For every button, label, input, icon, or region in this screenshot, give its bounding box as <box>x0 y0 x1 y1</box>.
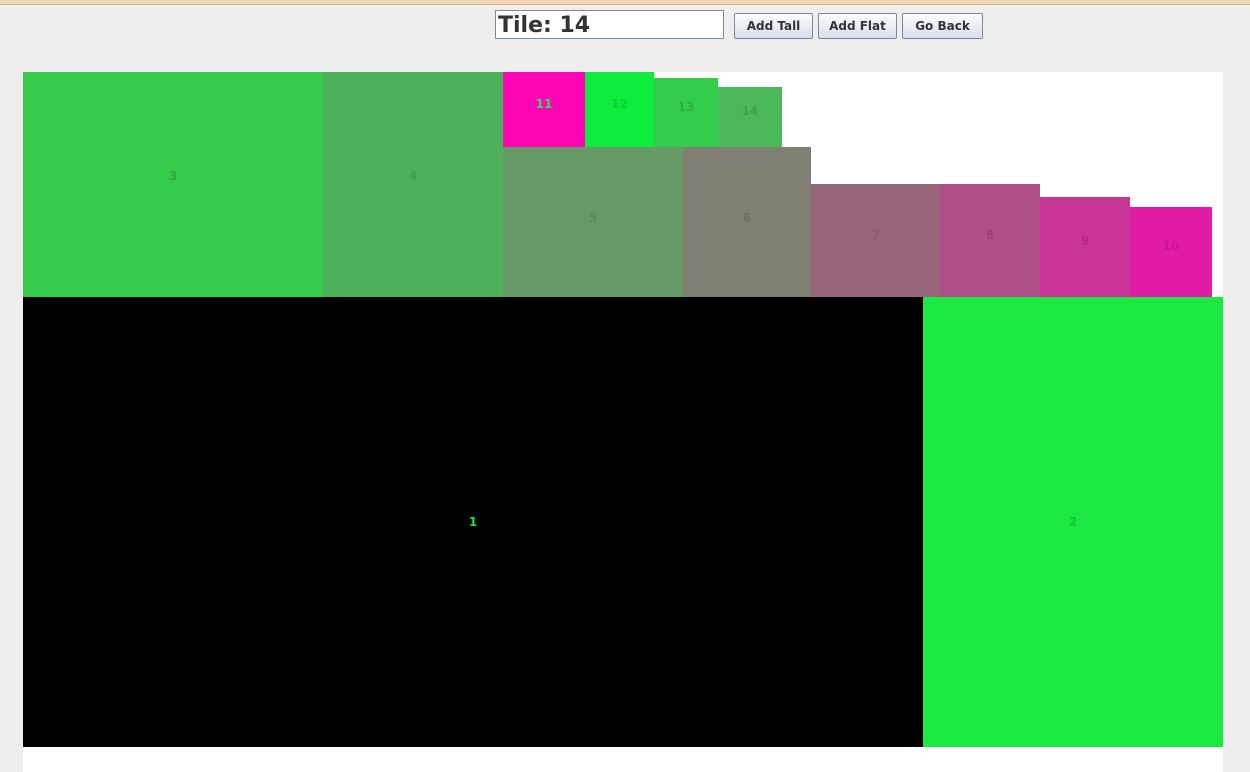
tile-2[interactable]: 2 <box>923 297 1223 747</box>
tile-3-label: 3 <box>168 168 178 183</box>
tile-13-label: 13 <box>677 99 695 114</box>
tile-6-label: 6 <box>742 211 752 225</box>
tile-10[interactable]: 10 <box>1130 207 1212 297</box>
tile-10-label: 10 <box>1162 239 1180 253</box>
tile-12-label: 12 <box>611 96 628 111</box>
tile-2-label: 2 <box>1068 515 1078 529</box>
tile-8-label: 8 <box>985 227 995 242</box>
tile-12[interactable]: 12 <box>585 72 654 147</box>
tile-11-label: 11 <box>535 96 553 111</box>
window-top-border <box>0 0 1250 5</box>
tile-9-label: 9 <box>1080 234 1090 248</box>
tile-number-field[interactable]: Tile: 14 <box>495 10 724 39</box>
tile-9[interactable]: 9 <box>1040 197 1130 297</box>
tile-canvas[interactable]: 1 2 3 4 5 6 7 8 9 10 11 12 13 14 <box>23 72 1223 772</box>
add-flat-button[interactable]: Add Flat <box>818 13 897 39</box>
tile-5[interactable]: 5 <box>503 147 683 297</box>
tile-14-label: 14 <box>741 104 759 118</box>
tile-3[interactable]: 3 <box>23 72 323 297</box>
tile-7[interactable]: 7 <box>811 184 940 297</box>
tile-7-label: 7 <box>871 227 880 242</box>
tile-5-label: 5 <box>588 211 598 225</box>
tile-13[interactable]: 13 <box>654 78 718 147</box>
tile-4[interactable]: 4 <box>323 72 503 297</box>
go-back-button[interactable]: Go Back <box>902 13 983 39</box>
tile-14[interactable]: 14 <box>718 87 782 147</box>
tile-11[interactable]: 11 <box>503 72 585 147</box>
tile-1-label: 1 <box>468 515 478 529</box>
tile-8[interactable]: 8 <box>940 184 1040 297</box>
tile-4-label: 4 <box>408 168 418 183</box>
tile-6[interactable]: 6 <box>683 147 811 297</box>
tile-1[interactable]: 1 <box>23 297 923 747</box>
add-tall-button[interactable]: Add Tall <box>734 13 813 39</box>
